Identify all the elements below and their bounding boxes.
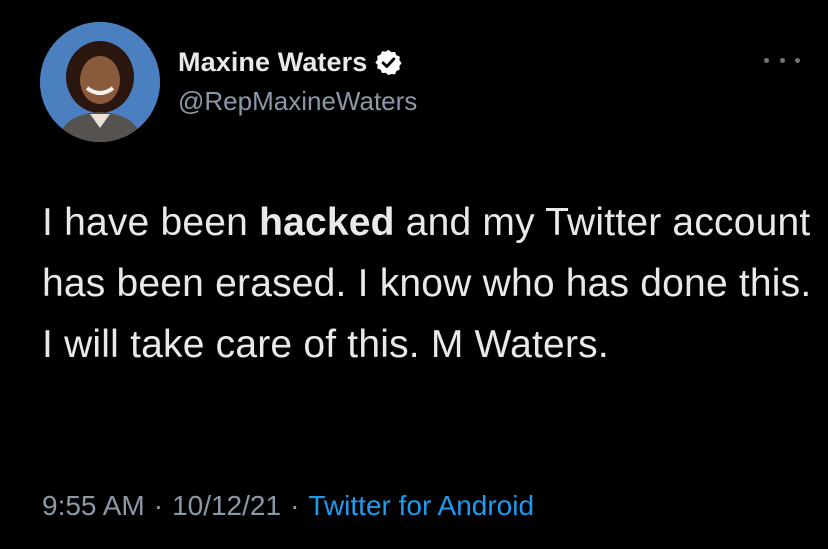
meta-separator: · xyxy=(290,490,300,521)
more-dot xyxy=(779,57,785,63)
author-name-row: Maxine Waters xyxy=(178,44,403,80)
author-display-name[interactable]: Maxine Waters xyxy=(178,47,367,78)
avatar[interactable] xyxy=(40,22,160,142)
more-dot xyxy=(795,57,800,63)
tweet-date[interactable]: 10/12/21 xyxy=(172,490,281,522)
author-handle[interactable]: @RepMaxineWaters xyxy=(178,86,417,117)
tweet-text-bold: hacked xyxy=(259,201,395,244)
tweet-time[interactable]: 9:55 AM xyxy=(42,490,145,522)
profile-photo-icon xyxy=(40,22,160,142)
tweet-source-link[interactable]: Twitter for Android xyxy=(308,490,534,522)
tweet-text-before: I have been xyxy=(42,201,260,244)
meta-separator: · xyxy=(153,490,164,521)
verified-badge-icon xyxy=(375,49,403,75)
more-dot xyxy=(764,57,769,63)
tweet-meta: 9:55 AM · 10/12/21 · Twitter for Android xyxy=(42,490,534,522)
more-options-icon[interactable] xyxy=(764,50,800,70)
tweet-card: Maxine Waters @RepMaxineWaters I have be… xyxy=(0,0,828,549)
tweet-text: I have been hacked and my Twitter accoun… xyxy=(42,192,812,375)
